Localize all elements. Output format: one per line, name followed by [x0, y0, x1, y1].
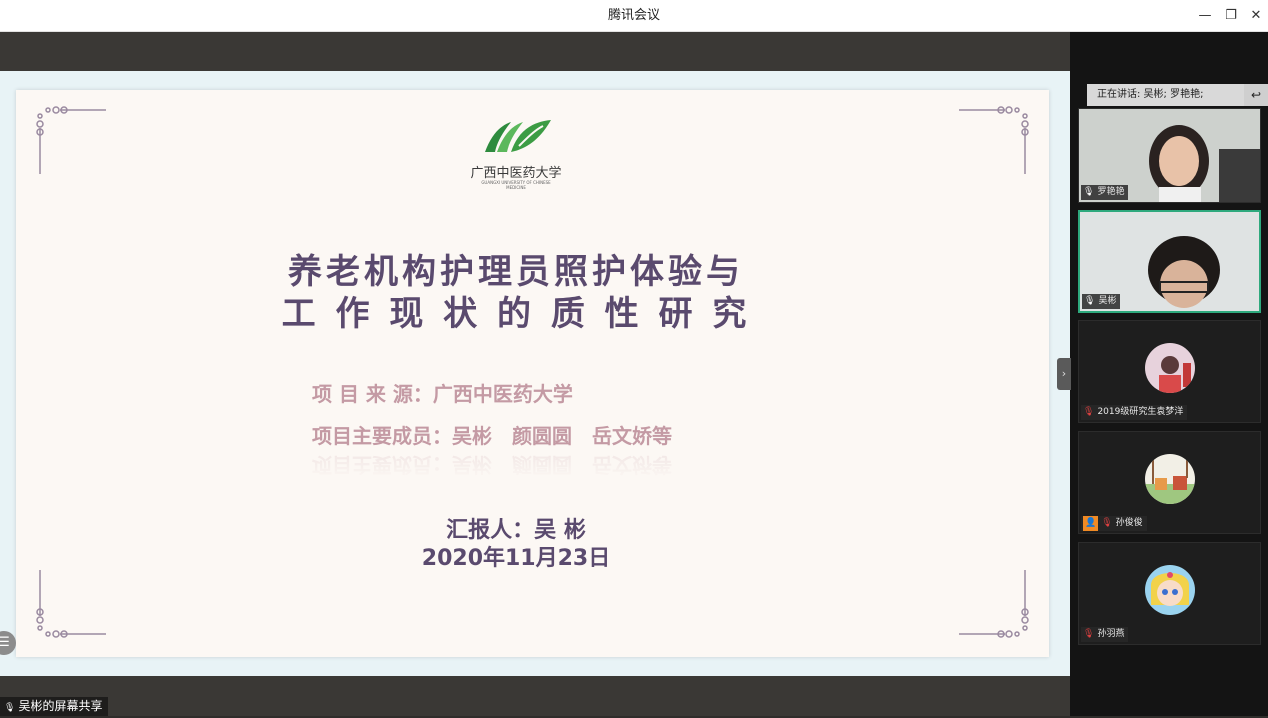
project-members: 项目主要成员：吴彬 颜圆圆 岳文娇等	[312, 424, 672, 448]
participant-name: 2019级研究生袁梦洋	[1097, 407, 1184, 417]
corner-ornament-icon	[959, 570, 1029, 638]
speaking-indicator: 正在讲话: 吴彬; 罗艳艳; ↩	[1087, 84, 1268, 106]
screen-share-label: 🎙 吴彬的屏幕共享	[0, 697, 109, 716]
presentation-slide: 广西中医药大学 GUANGXI UNIVERSITY OF CHINESE ME…	[16, 90, 1049, 657]
logo-name: 广西中医药大学	[470, 166, 562, 181]
participant-name-label: 🎙 孙羽燕	[1081, 627, 1129, 642]
back-icon[interactable]: ↩	[1244, 84, 1268, 106]
participant-name-label: 🎙 2019级研究生袁梦洋	[1081, 405, 1188, 420]
participant-name: 孙俊俊	[1115, 518, 1143, 528]
participant-tile[interactable]: 🎙 2019级研究生袁梦洋	[1078, 320, 1261, 423]
microphone-icon: 🎙	[1083, 187, 1095, 197]
title-bar: 腾讯会议 — ❐ ✕	[0, 0, 1268, 32]
participant-name: 孙羽燕	[1097, 629, 1125, 639]
corner-ornament-icon	[959, 106, 1029, 174]
members-reflection: 项目主要成员：吴彬 颜圆圆 岳文娇等	[312, 453, 672, 477]
window-title: 腾讯会议	[607, 8, 660, 23]
participant-tile[interactable]: 🎙 罗艳艳	[1078, 108, 1261, 203]
participant-tile[interactable]: 👤 🎙 孙俊俊	[1078, 431, 1261, 534]
restore-button[interactable]: ❐	[1218, 0, 1244, 32]
participant-name-label: 🎙 吴彬	[1082, 294, 1121, 309]
participant-tile[interactable]: 🎙 孙羽燕	[1078, 542, 1261, 645]
avatar	[1145, 454, 1195, 504]
participant-tile[interactable]: 🎙 吴彬	[1078, 210, 1261, 313]
corner-ornament-icon	[36, 106, 106, 174]
stage-top-bar	[0, 32, 1070, 71]
slide-title-line2: 工 作 现 状 的 质 性 研 究	[281, 294, 751, 334]
participant-name: 吴彬	[1098, 296, 1117, 306]
logo-subtitle: GUANGXI UNIVERSITY OF CHINESE MEDICINE	[481, 180, 551, 190]
participant-name-label: 👤 🎙 孙俊俊	[1081, 516, 1147, 531]
stage-bottom-bar	[0, 676, 1070, 716]
close-button[interactable]: ✕	[1243, 0, 1268, 32]
mic-muted-icon: 🎙	[1083, 629, 1095, 639]
mic-muted-icon: 🎙	[1101, 518, 1113, 528]
microphone-icon: 🎙	[1084, 296, 1096, 306]
mic-muted-icon: 🎙	[1083, 407, 1095, 417]
expand-panel-button[interactable]: ›	[1057, 358, 1071, 390]
university-logo-icon	[485, 120, 551, 152]
microphone-icon: 🎙	[4, 703, 16, 713]
avatar	[1145, 343, 1195, 393]
share-label-text: 吴彬的屏幕共享	[18, 699, 103, 713]
speaking-text: 正在讲话: 吴彬; 罗艳艳;	[1097, 89, 1204, 100]
report-date: 2020年11月23日	[421, 546, 611, 571]
user-icon: 👤	[1083, 516, 1099, 531]
participant-name-label: 🎙 罗艳艳	[1081, 185, 1129, 200]
minimize-button[interactable]: —	[1192, 0, 1218, 32]
participant-name: 罗艳艳	[1097, 187, 1125, 197]
avatar	[1145, 565, 1195, 615]
corner-ornament-icon	[36, 570, 106, 638]
project-source: 项 目 来 源：广西中医药大学	[312, 382, 573, 406]
